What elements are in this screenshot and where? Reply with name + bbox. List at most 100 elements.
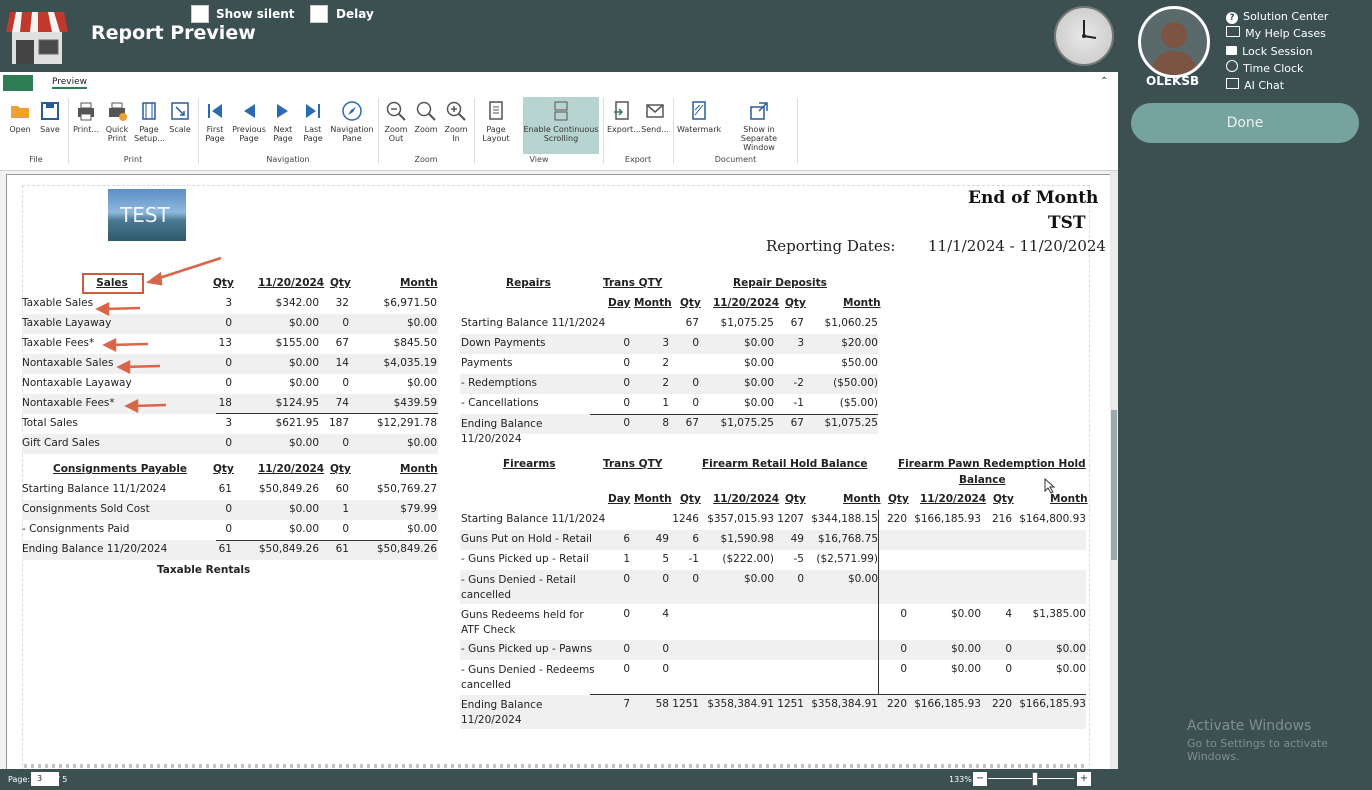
firearms-header: Firearms [503,458,556,470]
table-cell: $1,060.25 [824,317,878,329]
table-cell: 67 [685,317,699,329]
table-cell: 7 [623,698,630,710]
page-count: / 5 [57,775,68,784]
status-bar: Page: 3 / 5 133% − + [0,769,1118,790]
table-cell: 0 [623,377,630,389]
sub-header: Month [843,493,881,505]
table-cell: $845.50 [393,337,437,349]
table-cell: $50.00 [841,357,878,369]
zoom-slider-thumb[interactable] [1032,772,1038,786]
row-label: - Guns Picked up - Pawns [461,643,593,655]
zoom-out-small-button[interactable]: − [973,772,987,786]
table-cell: $0.00 [950,608,981,620]
table-cell: $0.00 [288,437,319,449]
rule-line [590,694,1086,695]
table-cell: $1,075.25 [720,317,774,329]
envelope-icon [646,104,664,118]
rule-line [216,540,438,541]
last-page-icon [306,104,320,118]
collapse-ribbon-icon[interactable]: ⌃ [1100,76,1108,87]
store-code: TST [1048,213,1086,233]
clock-icon [1054,6,1114,66]
table-cell: $0.00 [406,437,437,449]
table-cell: $0.00 [950,663,981,675]
reporting-dates-label: Reporting Dates: [766,237,896,255]
next-page-icon [277,104,288,118]
group-zoom-label: Zoom [414,155,438,164]
table-cell: 61 [218,543,232,555]
table-cell: 0 [900,663,907,675]
table-cell: 6 [623,533,630,545]
zoom-in-button[interactable]: Zoom In [442,100,470,143]
send-button[interactable]: Send... [640,100,670,134]
separate-window-button[interactable]: Show in Separate Window [724,100,794,152]
watermark-button[interactable]: Watermark [677,100,721,134]
navigation-pane-button[interactable]: Navigation Pane [330,100,374,143]
table-cell: $1,385.00 [1032,608,1086,620]
table-cell: 1 [623,553,630,565]
page-layout-button[interactable]: Page Layout [478,100,514,143]
table-cell: 61 [218,483,232,495]
send-label: Send... [641,125,669,134]
navigation-pane-label: Navigation Pane [330,125,374,143]
row-label: Guns Put on Hold - Retail [461,533,592,545]
table-cell: $0.00 [743,397,774,409]
table-cell: 67 [790,417,804,429]
table-cell: ($5.00) [839,397,878,409]
export-button[interactable]: Export... [607,100,641,134]
page-label: Page: [8,775,31,784]
sub-header: Qty [993,493,1014,505]
table-cell: 187 [328,417,349,429]
annotation-arrows [95,256,222,414]
row-label: Guns Redeems held for ATF Check [461,609,584,636]
footnote-cutoff [24,764,1084,768]
repair-deposits-header: Repair Deposits [733,277,827,289]
table-cell: 0 [900,643,907,655]
page-number-input[interactable]: 3 [31,772,59,786]
group-separator [673,98,674,164]
ai-chat-link[interactable]: AI Chat [1226,74,1284,93]
zoom-button[interactable]: Zoom [412,100,440,134]
group-separator [378,98,379,164]
table-cell: $20.00 [841,337,878,349]
pawn-hold-header-2: Balance [959,474,1006,486]
scrollbar-thumb[interactable] [1111,410,1117,560]
chat-icon [1226,78,1239,89]
sub-header: Month [634,493,672,505]
table-cell: $0.00 [743,573,774,585]
row-label: - Redemptions [461,377,538,389]
table-cell: 1 [342,503,349,515]
table-cell: -2 [793,377,804,389]
zoom-slider[interactable] [988,778,1074,779]
repairs-header: Repairs [506,277,551,289]
zoom-out-button[interactable]: Zoom Out [382,100,410,143]
avatar[interactable] [1138,6,1210,78]
table-cell: $0.00 [406,317,437,329]
delay-checkbox[interactable] [310,5,328,23]
table-cell: 0 [623,608,630,620]
help-cases-link[interactable]: My Help Cases [1226,22,1326,41]
group-document-label: Document [714,155,757,164]
delay-label: Delay [336,7,374,21]
last-page-button[interactable]: Last Page [299,100,327,143]
consignments-header: Consignments Payable [53,463,188,475]
continuous-scrolling-button[interactable]: Enable Continuous Scrolling [523,97,599,154]
table-cell: 220 [886,698,907,710]
table-cell: 0 [1005,643,1012,655]
zoom-label: Zoom [414,125,438,134]
row-label: Ending Balance 11/20/2024 [22,543,168,555]
trans-qty-header: Trans QTY [603,277,663,289]
table-cell: $0.00 [288,503,319,515]
ai-chat-label: AI Chat [1244,79,1285,92]
table-cell: 0 [623,417,630,429]
activate-windows-subtitle: Go to Settings to activate Windows. [1187,737,1328,763]
watermark-label: Watermark [677,125,722,134]
table-cell: $50,769.27 [376,483,437,495]
next-page-button[interactable]: Next Page [269,100,297,143]
table-cell: 0 [342,437,349,449]
table-cell: 0 [662,643,669,655]
done-button[interactable]: Done [1131,103,1359,143]
zoom-in-small-button[interactable]: + [1077,772,1091,786]
next-page-label: Next Page [273,125,293,143]
table-cell: 49 [655,533,669,545]
